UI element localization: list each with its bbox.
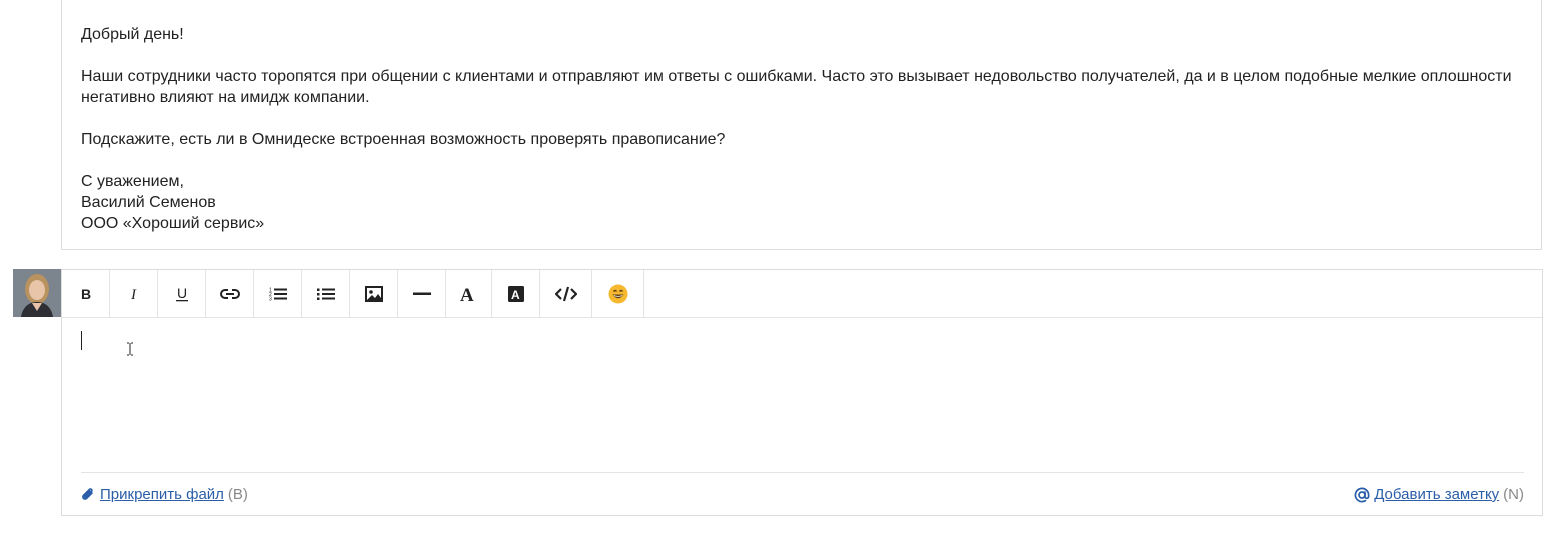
add-note-shortcut: (N) xyxy=(1503,486,1524,503)
text-caret xyxy=(81,331,82,350)
sender-name: Василий Семенов xyxy=(81,194,216,211)
message-paragraph-1: Наши сотрудники часто торопятся при обще… xyxy=(81,68,1512,106)
reply-text-area[interactable] xyxy=(81,318,1523,472)
bullet-list-button[interactable] xyxy=(302,270,350,317)
attach-file-link[interactable]: Прикрепить файл xyxy=(100,486,224,503)
code-button[interactable] xyxy=(540,270,592,317)
paperclip-icon[interactable] xyxy=(81,487,95,503)
svg-text:A: A xyxy=(460,286,474,302)
message-body: Добрый день! Наши сотрудники часто тороп… xyxy=(81,24,1521,234)
at-sign-icon[interactable] xyxy=(1354,487,1370,503)
emoji-button[interactable] xyxy=(592,270,644,317)
add-note-link[interactable]: Добавить заметку xyxy=(1374,486,1499,503)
link-icon xyxy=(219,288,240,299)
reply-editor: B I U 1 2 3 A A Прикрепить файл (B) Доба… xyxy=(61,269,1543,516)
ordered-list-icon: 1 2 3 xyxy=(269,287,287,301)
bold-icon: B xyxy=(81,287,91,301)
image-icon xyxy=(364,285,383,302)
italic-icon: I xyxy=(130,287,137,301)
svg-text:B: B xyxy=(81,287,91,301)
underline-button[interactable]: U xyxy=(158,270,206,317)
emoji-icon xyxy=(608,284,627,303)
background-color-button[interactable]: A xyxy=(492,270,540,317)
attach-file-action: Прикрепить файл (B) xyxy=(81,486,248,503)
svg-text:3: 3 xyxy=(269,296,272,301)
message-closing: С уважением, xyxy=(81,173,184,190)
svg-text:I: I xyxy=(130,287,137,301)
italic-button[interactable]: I xyxy=(110,270,158,317)
customer-message-card: Добрый день! Наши сотрудники часто тороп… xyxy=(61,0,1542,250)
agent-avatar xyxy=(13,269,61,317)
add-note-action: Добавить заметку (N) xyxy=(1354,486,1524,503)
horizontal-rule-icon xyxy=(412,292,431,295)
editor-footer: Прикрепить файл (B) Добавить заметку (N) xyxy=(81,472,1524,517)
bullet-list-icon xyxy=(316,288,335,300)
image-button[interactable] xyxy=(350,270,398,317)
text-color-button[interactable]: A xyxy=(446,270,492,317)
background-color-icon: A xyxy=(507,285,524,302)
ibeam-cursor-icon xyxy=(127,342,133,356)
svg-text:U: U xyxy=(177,286,187,301)
svg-text:A: A xyxy=(511,288,520,302)
attach-file-shortcut: (B) xyxy=(227,486,248,503)
horizontal-rule-button[interactable] xyxy=(398,270,446,317)
message-greeting: Добрый день! xyxy=(81,26,184,43)
message-paragraph-2: Подскажите, есть ли в Омнидеске встроенн… xyxy=(81,131,726,148)
code-icon xyxy=(554,286,577,301)
ordered-list-button[interactable]: 1 2 3 xyxy=(254,270,302,317)
editor-toolbar: B I U 1 2 3 A A xyxy=(62,270,1542,318)
text-color-icon: A xyxy=(460,286,474,302)
bold-button[interactable]: B xyxy=(62,270,110,317)
underline-icon: U xyxy=(175,286,188,301)
sender-company: ООО «Хороший сервис» xyxy=(81,215,265,232)
link-button[interactable] xyxy=(206,270,254,317)
